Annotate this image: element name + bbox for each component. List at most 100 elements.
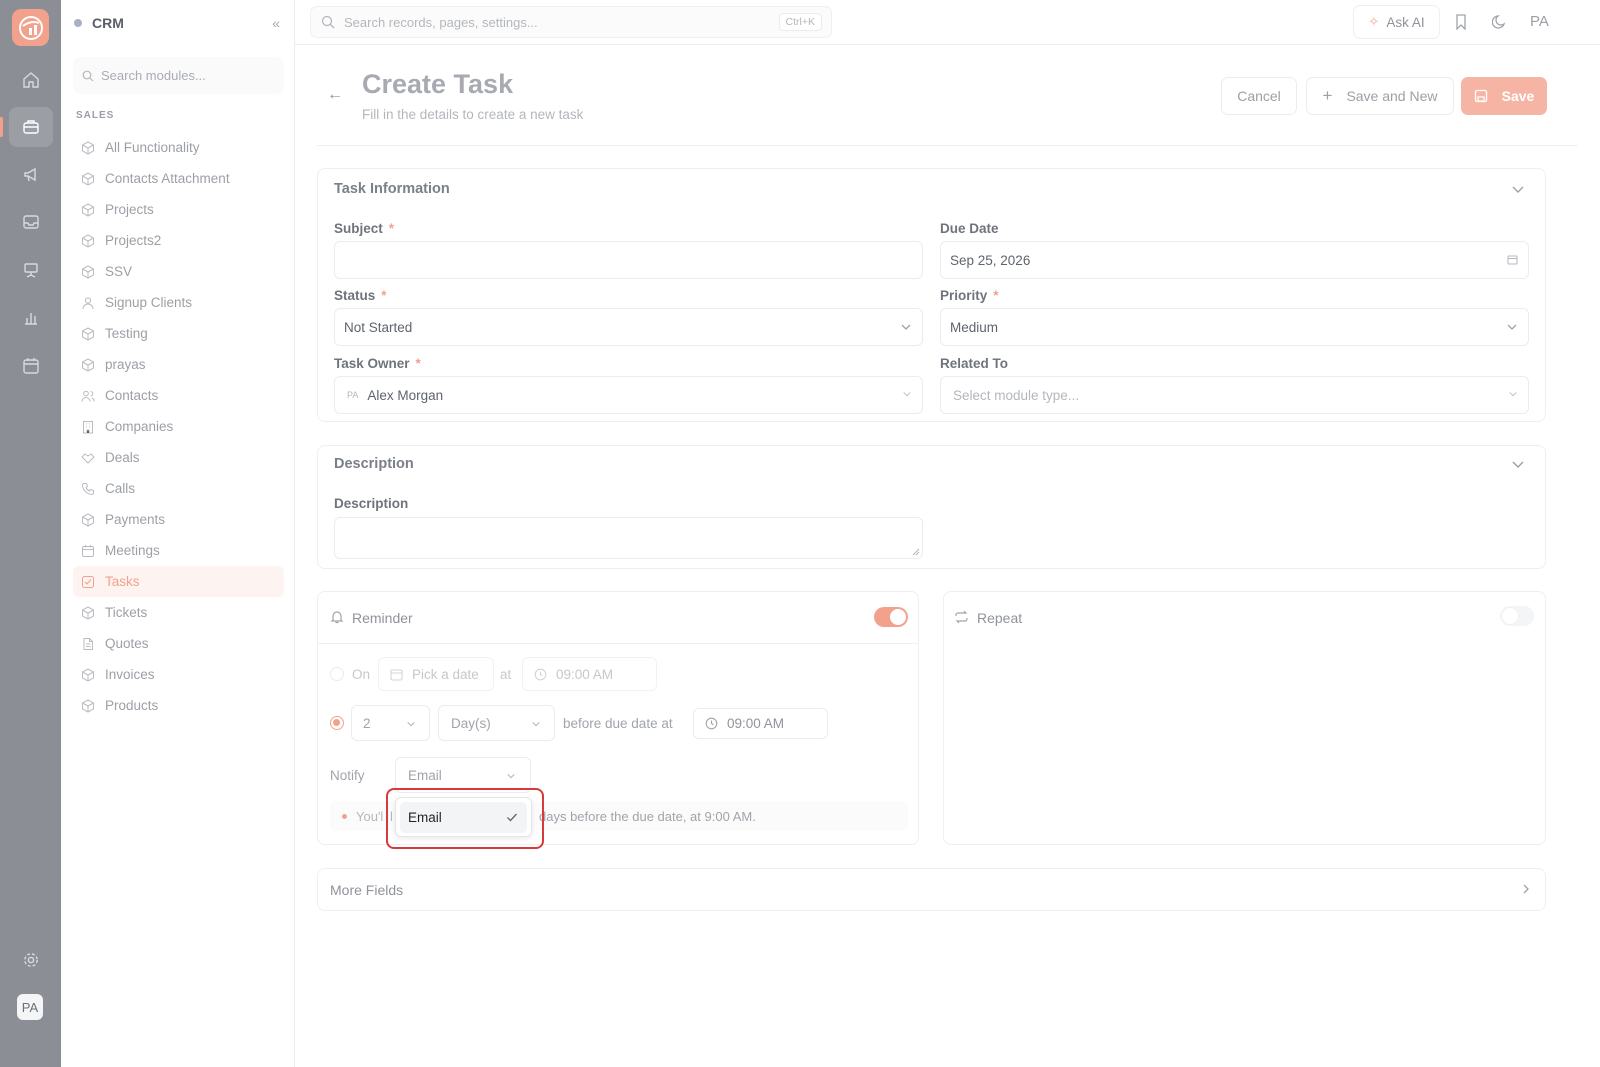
chevron-down-icon [1509, 391, 1517, 397]
hint-text-end: days before the due date, at 9:00 AM. [539, 809, 756, 824]
sidebar-item-signup-clients[interactable]: Signup Clients [73, 287, 284, 318]
back-arrow-icon[interactable]: ← [327, 86, 343, 104]
ask-ai-button[interactable]: ✧ Ask AI [1353, 5, 1440, 39]
cube-icon [81, 264, 95, 279]
status-select[interactable]: Not Started [334, 308, 923, 346]
owner-avatar: PA [347, 390, 359, 400]
sidebar-item-tasks[interactable]: Tasks [73, 566, 284, 597]
resize-handle-icon[interactable] [912, 548, 920, 556]
related-to-select[interactable]: Select module type... [940, 376, 1529, 414]
sidebar-item-calls[interactable]: Calls [73, 473, 284, 504]
subject-label: Subject * [334, 221, 395, 236]
sidebar-item-projects[interactable]: Projects [73, 194, 284, 225]
sidebar-item-label: Payments [105, 512, 166, 527]
on-label: On [352, 667, 371, 682]
module-sidebar: CRM « Search modules... SALES All Functi… [61, 0, 295, 1067]
reminder-toggle[interactable] [874, 607, 908, 627]
related-to-label: Related To [940, 356, 1009, 371]
on-time-input[interactable]: 09:00 AM [522, 657, 657, 691]
save-button[interactable]: Save [1461, 77, 1547, 115]
handshake-icon [81, 451, 95, 465]
settings-nav-button[interactable] [9, 940, 53, 980]
sales-nav-button[interactable] [0, 107, 53, 147]
sidebar-title: CRM [92, 15, 124, 31]
plus-icon: + [1322, 86, 1333, 105]
sidebar-item-label: Calls [105, 481, 136, 496]
chevron-down-icon[interactable] [1511, 182, 1525, 196]
sidebar-item-label: Contacts Attachment [105, 171, 230, 186]
calendar-nav-button[interactable] [9, 346, 53, 386]
sidebar-item-label: Quotes [105, 636, 149, 651]
due-date-input[interactable]: Sep 25, 2026 [940, 241, 1529, 279]
sidebar-item-deals[interactable]: Deals [73, 442, 284, 473]
priority-select[interactable]: Medium [940, 308, 1529, 346]
sparkle-icon: ✧ [1368, 14, 1380, 29]
before-count-select[interactable]: 2 [351, 705, 430, 741]
training-nav-button[interactable] [9, 250, 53, 290]
sidebar-item-prayas[interactable]: prayas [73, 349, 284, 380]
sidebar-item-meetings[interactable]: Meetings [73, 535, 284, 566]
chevron-right-icon[interactable] [1521, 883, 1531, 895]
sidebar-item-payments[interactable]: Payments [73, 504, 284, 535]
user-avatar[interactable]: PA [17, 994, 43, 1020]
more-fields-card[interactable] [317, 868, 1546, 911]
sidebar-item-label: Testing [105, 326, 148, 341]
sidebar-item-companies[interactable]: Companies [73, 411, 284, 442]
sidebar-item-label: Tasks [105, 574, 140, 589]
sidebar-item-label: prayas [105, 357, 146, 372]
sidebar-item-ssv[interactable]: SSV [73, 256, 284, 287]
pick-date-input[interactable]: Pick a date [378, 657, 494, 691]
theme-toggle-button[interactable] [1490, 12, 1510, 32]
sidebar-item-invoices[interactable]: Invoices [73, 659, 284, 690]
sidebar-item-products[interactable]: Products [73, 690, 284, 721]
sidebar-item-label: All Functionality [105, 140, 200, 155]
sidebar-item-label: Invoices [105, 667, 155, 682]
sidebar-item-contacts[interactable]: Contacts [73, 380, 284, 411]
reminder-title: Reminder [352, 610, 413, 626]
chevron-down-icon [407, 721, 415, 727]
description-textarea[interactable] [334, 517, 923, 559]
bookmark-button[interactable] [1451, 12, 1471, 32]
save-label: Save [1501, 88, 1535, 104]
users-icon [81, 389, 95, 403]
home-nav-button[interactable] [9, 60, 53, 100]
user-menu[interactable]: PA [1530, 13, 1549, 30]
chevron-down-icon[interactable] [1511, 457, 1525, 471]
collapse-sidebar-icon[interactable]: « [272, 15, 280, 31]
reminder-on-date-radio[interactable] [330, 667, 344, 681]
before-unit-select[interactable]: Day(s) [438, 705, 555, 741]
sidebar-item-label: Deals [105, 450, 140, 465]
priority-label: Priority * [940, 288, 999, 303]
marketing-nav-button[interactable] [9, 155, 53, 195]
sidebar-item-contacts-attachment[interactable]: Contacts Attachment [73, 163, 284, 194]
document-icon [81, 637, 95, 651]
inbox-nav-button[interactable] [9, 202, 53, 242]
cancel-button[interactable]: Cancel [1221, 77, 1297, 115]
repeat-card [943, 591, 1546, 845]
sidebar-item-projects2[interactable]: Projects2 [73, 225, 284, 256]
before-unit-value: Day(s) [451, 715, 491, 731]
global-search-input[interactable]: Search records, pages, settings... Ctrl+… [310, 6, 832, 38]
module-search-input[interactable]: Search modules... [73, 57, 284, 94]
before-time-input[interactable]: 09:00 AM [693, 708, 828, 739]
bookmark-icon [1456, 14, 1466, 30]
sidebar-item-quotes[interactable]: Quotes [73, 628, 284, 659]
task-owner-label: Task Owner * [334, 356, 421, 371]
sidebar-item-tickets[interactable]: Tickets [73, 597, 284, 628]
cube-icon [81, 667, 95, 682]
sidebar-item-all-functionality[interactable]: All Functionality [73, 132, 284, 163]
save-and-new-button[interactable]: + Save and New [1306, 77, 1454, 115]
on-time-value: 09:00 AM [556, 666, 614, 682]
cube-icon [81, 698, 95, 713]
reports-nav-button[interactable] [9, 298, 53, 338]
chevron-down-icon [901, 324, 911, 330]
task-owner-select[interactable]: PA Alex Morgan [334, 376, 923, 414]
calendar-icon [23, 358, 39, 374]
home-icon [23, 72, 39, 88]
repeat-toggle[interactable] [1500, 606, 1534, 626]
reminder-before-radio[interactable] [330, 716, 344, 730]
sidebar-item-testing[interactable]: Testing [73, 318, 284, 349]
subject-input[interactable] [334, 241, 923, 279]
status-value: Not Started [344, 319, 413, 335]
app-logo[interactable] [12, 9, 49, 46]
